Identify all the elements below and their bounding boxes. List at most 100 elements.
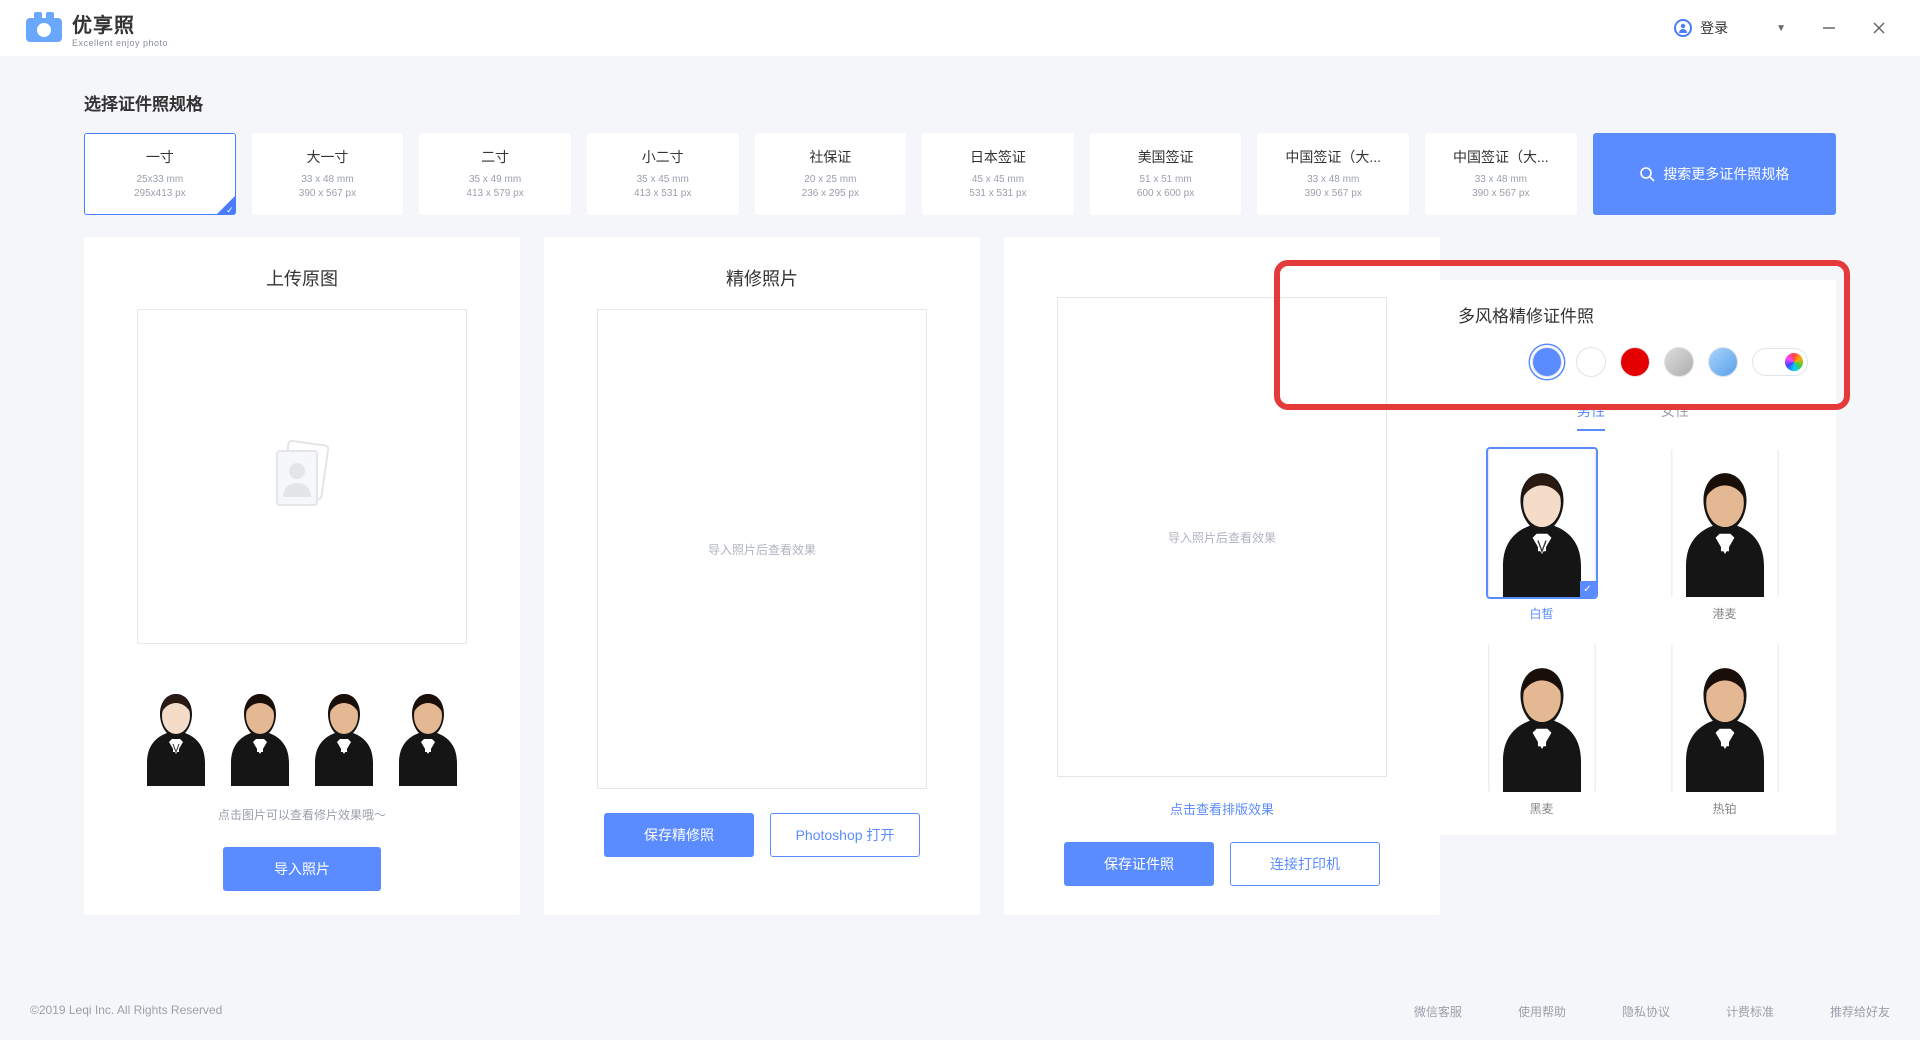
spec-size-px: 390 x 567 px [299,187,356,201]
import-photo-button[interactable]: 导入照片 [223,847,381,891]
style-panel-title: 多风格精修证件照 [1458,302,1808,327]
bg-color-option[interactable] [1620,347,1650,377]
footer-link[interactable]: 计费标准 [1726,1003,1774,1020]
bg-color-custom[interactable] [1752,348,1808,376]
login-dropdown[interactable]: 登录 ▼ [1674,18,1786,38]
login-label: 登录 [1700,18,1728,38]
user-icon [1674,19,1692,37]
spec-card[interactable]: 日本签证45 x 45 mm531 x 531 px [922,133,1074,215]
spec-name: 一寸 [146,147,174,167]
style-thumbnail[interactable] [1671,449,1779,597]
spec-size-mm: 33 x 48 mm [301,173,353,187]
style-thumbnail[interactable] [1488,449,1596,597]
thumbnail-row [137,676,467,786]
spec-card[interactable]: 二寸35 x 49 mm413 x 579 px [419,133,571,215]
spec-card[interactable]: 一寸 25x33 mm295x413 px [84,133,236,215]
style-panel: 多风格精修证件照 男性 女性 白皙 港麦黑麦 热铂 [1430,280,1836,835]
spec-name: 二寸 [481,147,509,167]
footer-link[interactable]: 使用帮助 [1518,1003,1566,1020]
idphoto-preview: 导入照片后查看效果 [1057,297,1387,777]
style-item: 港麦 [1653,449,1796,622]
tab-male[interactable]: 男性 [1577,401,1605,431]
spec-size-mm: 35 x 45 mm [637,173,689,187]
color-wheel-icon [1785,353,1803,371]
panel-retouch-title: 精修照片 [726,265,798,291]
spec-list: 一寸25x33 mm295x413 px大一寸33 x 48 mm390 x 5… [84,133,1836,215]
style-label: 港麦 [1712,605,1736,622]
retouch-preview: 导入照片后查看效果 [597,309,927,789]
app-logo: 优享照 Excellent enjoy photo [24,9,168,48]
spec-card[interactable]: 小二寸 35 x 45 mm413 x 531 px [587,133,739,215]
spec-size-px: 236 x 295 px [802,187,859,201]
bg-color-option[interactable] [1576,347,1606,377]
spec-size-px: 295x413 px [134,187,186,201]
spec-name: 美国签证 [1138,147,1194,167]
style-label: 白皙 [1529,605,1553,622]
tab-female[interactable]: 女性 [1661,401,1689,431]
open-photoshop-button[interactable]: Photoshop 打开 [770,813,920,857]
thumbnail[interactable] [221,676,299,786]
spec-card[interactable]: 社保证20 x 25 mm236 x 295 px [755,133,907,215]
spec-size-mm: 33 x 48 mm [1475,173,1527,187]
footer-links: 微信客服 使用帮助 隐私协议 计费标准 推荐给好友 [1414,1003,1890,1020]
spec-size-px: 413 x 531 px [634,187,691,201]
panel-retouch: 精修照片 导入照片后查看效果 保存精修照 Photoshop 打开 [544,237,980,915]
spec-size-px: 390 x 567 px [1472,187,1529,201]
idphoto-placeholder: 导入照片后查看效果 [1168,529,1276,546]
search-icon [1639,166,1655,182]
style-thumbnail[interactable] [1671,644,1779,792]
spec-card[interactable]: 美国签证 51 x 51 mm600 x 600 px [1090,133,1242,215]
style-grid: 白皙 港麦黑麦 热铂 [1458,449,1808,817]
style-label: 热铂 [1712,800,1736,817]
bg-color-option[interactable] [1664,347,1694,377]
spec-name: 大一寸 [306,147,348,167]
spec-size-mm: 33 x 48 mm [1307,173,1359,187]
footer-link[interactable]: 微信客服 [1414,1003,1462,1020]
spec-name: 小二寸 [642,147,684,167]
footer: ©2019 Leqi Inc. All Rights Reserved 微信客服… [0,1003,1920,1020]
save-idphoto-button[interactable]: 保存证件照 [1064,842,1214,886]
app-name: 优享照 [72,9,168,38]
spec-name: 中国签证（大... [1285,147,1381,167]
gender-tabs: 男性 女性 [1458,401,1808,431]
spec-name: 日本签证 [970,147,1026,167]
spec-card[interactable]: 大一寸 33 x 48 mm390 x 567 px [252,133,404,215]
spec-name: 中国签证（大... [1453,147,1549,167]
search-more-label: 搜索更多证件照规格 [1663,164,1789,184]
spec-size-px: 531 x 531 px [969,187,1026,201]
style-thumbnail[interactable] [1488,644,1596,792]
spec-card[interactable]: 中国签证（大...33 x 48 mm390 x 567 px [1257,133,1409,215]
spec-size-px: 600 x 600 px [1137,187,1194,201]
panel-idphoto: 导入照片后查看效果 点击查看排版效果 保存证件照 连接打印机 [1004,237,1440,915]
upload-preview[interactable] [137,309,467,644]
bg-color-option[interactable] [1532,347,1562,377]
view-layout-link[interactable]: 点击查看排版效果 [1170,799,1274,818]
panel-upload: 上传原图 点击图片可以查看修片效果哦～ 导入照片 [84,237,520,915]
bg-color-option[interactable] [1708,347,1738,377]
spec-size-mm: 20 x 25 mm [804,173,856,187]
search-more-specs-button[interactable]: 搜索更多证件照规格 [1593,133,1836,215]
style-item: 热铂 [1653,644,1796,817]
spec-size-mm: 25x33 mm [136,173,183,187]
footer-link[interactable]: 隐私协议 [1622,1003,1670,1020]
connect-printer-button[interactable]: 连接打印机 [1230,842,1380,886]
app-header: 优享照 Excellent enjoy photo 登录 ▼ [0,0,1920,56]
copyright: ©2019 Leqi Inc. All Rights Reserved [30,1003,222,1020]
retouch-placeholder: 导入照片后查看效果 [708,541,816,558]
close-button[interactable] [1872,21,1886,35]
thumbnail[interactable] [305,676,383,786]
minimize-button[interactable] [1822,21,1836,35]
thumbnail[interactable] [389,676,467,786]
style-item: 黑麦 [1470,644,1613,817]
thumbnail[interactable] [137,676,215,786]
spec-size-px: 413 x 579 px [466,187,523,201]
spec-card[interactable]: 中国签证（大... 33 x 48 mm390 x 567 px [1425,133,1577,215]
save-retouch-button[interactable]: 保存精修照 [604,813,754,857]
style-label: 黑麦 [1529,800,1553,817]
app-tagline: Excellent enjoy photo [72,38,168,48]
footer-link[interactable]: 推荐给好友 [1830,1003,1890,1020]
style-item: 白皙 [1470,449,1613,622]
panel-upload-title: 上传原图 [266,265,338,291]
spec-size-mm: 51 x 51 mm [1139,173,1191,187]
placeholder-icon [267,437,337,517]
